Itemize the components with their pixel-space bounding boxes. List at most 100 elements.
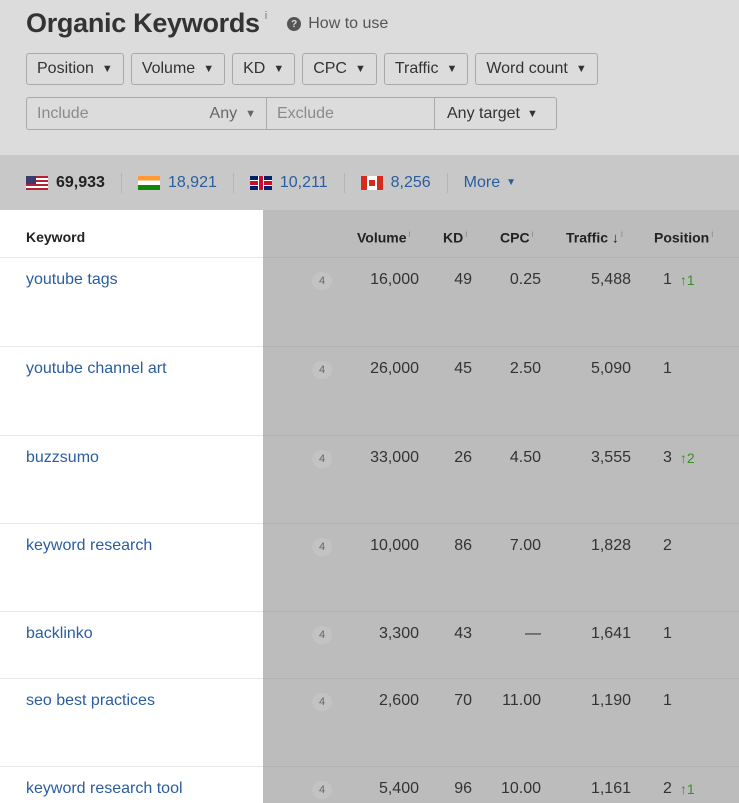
traffic-filter-button[interactable]: Traffic ▼	[383, 53, 469, 85]
caret-down-icon: ▼	[506, 177, 517, 188]
filter-label: Volume	[141, 60, 196, 77]
keywords-table: Keyword Volume i KD i CPC i Traffic ↓ i Posi…	[0, 210, 739, 803]
country-us[interactable]: 69,933	[26, 174, 105, 192]
volume-value: 16,000	[370, 271, 419, 288]
info-icon[interactable]: i	[621, 229, 623, 239]
traffic-column-header[interactable]: Traffic ↓ i	[566, 229, 623, 246]
exclude-field[interactable]: Exclude	[267, 97, 435, 130]
row-divider	[263, 346, 739, 347]
word-count-filter-button[interactable]: Word count ▼	[475, 53, 598, 85]
traffic-value: 1,190	[590, 692, 631, 709]
keyword-link[interactable]: buzzsumo	[26, 449, 99, 467]
any-match-select[interactable]: Any ▼	[210, 105, 256, 123]
row-divider	[263, 611, 739, 612]
kd-filter-button[interactable]: KD ▼	[232, 53, 296, 85]
position-column-header[interactable]: Position i	[654, 229, 713, 246]
row-divider	[0, 678, 263, 679]
word-count-badge: 4	[312, 361, 332, 379]
volume-column-header[interactable]: Volume i	[357, 229, 411, 246]
info-icon[interactable]: i	[532, 229, 534, 239]
info-icon[interactable]: i	[711, 229, 713, 239]
keyword-link[interactable]: keyword research tool	[26, 780, 183, 798]
country-uk[interactable]: 10,211	[249, 173, 328, 192]
traffic-value: 3,555	[590, 449, 631, 466]
filter-label: Word count	[486, 60, 568, 77]
position-filter-button[interactable]: Position ▼	[26, 53, 124, 85]
position-number: 2	[663, 537, 672, 554]
cpc-value: —	[525, 625, 541, 642]
keyword-link[interactable]: backlinko	[26, 625, 93, 643]
word-count-badge: 4	[312, 781, 332, 799]
cpc-column-header[interactable]: CPC i	[500, 229, 534, 246]
position-value: 2	[663, 537, 680, 555]
word-count-badge: 4	[312, 272, 332, 290]
word-count-badge: 4	[312, 538, 332, 556]
include-field[interactable]: Include Any ▼	[26, 97, 267, 130]
caret-down-icon: ▼	[203, 63, 215, 75]
more-countries-button[interactable]: More ▼	[464, 174, 516, 192]
page-header: Organic Keywords i ? How to use Position…	[0, 0, 739, 155]
any-label: Any	[209, 104, 238, 122]
caret-down-icon: ▼	[446, 63, 458, 75]
kd-value: 86	[454, 537, 472, 554]
title-info-icon[interactable]: i	[265, 10, 267, 22]
filter-label: Traffic	[394, 60, 439, 77]
position-change: ↑2	[679, 450, 695, 466]
row-divider	[0, 611, 263, 612]
filter-label: CPC	[313, 60, 347, 77]
keyword-column-highlight	[0, 210, 263, 803]
kd-column-header[interactable]: KD i	[443, 229, 467, 246]
position-value: 1	[663, 625, 680, 643]
row-divider	[0, 766, 263, 767]
row-divider	[0, 523, 263, 524]
info-icon[interactable]: i	[465, 229, 467, 239]
cpc-value: 4.50	[509, 449, 541, 466]
sort-desc-icon: ↓	[611, 229, 619, 246]
country-count: 10,211	[279, 173, 328, 191]
more-label: More	[463, 173, 501, 191]
info-icon[interactable]: i	[409, 229, 411, 239]
keyword-link[interactable]: youtube channel art	[26, 360, 167, 378]
country-canada[interactable]: 8,256	[360, 174, 431, 192]
volume-value: 33,000	[370, 449, 419, 466]
keyword-link[interactable]: seo best practices	[26, 692, 155, 710]
row-divider	[0, 346, 263, 347]
volume-filter-button[interactable]: Volume ▼	[130, 53, 226, 85]
any-target-select[interactable]: Any target ▼	[435, 97, 557, 130]
how-to-use-link[interactable]: ? How to use	[287, 15, 388, 33]
page-title: Organic Keywords	[26, 8, 260, 38]
keyword-link[interactable]: youtube tags	[26, 271, 118, 289]
divider	[232, 172, 234, 193]
cpc-header-label: CPC	[500, 229, 530, 246]
position-number: 3	[663, 449, 672, 466]
position-value: 1	[663, 692, 680, 710]
volume-value: 2,600	[378, 692, 419, 709]
country-india[interactable]: 18,921	[137, 174, 217, 192]
position-value: 1	[663, 360, 680, 378]
position-value: 1 ↑1	[663, 271, 695, 289]
traffic-value: 1,641	[590, 625, 631, 642]
keyword-column-header[interactable]: Keyword	[26, 229, 85, 245]
position-value: 3 ↑2	[663, 449, 695, 467]
cpc-filter-button[interactable]: CPC ▼	[302, 53, 377, 85]
row-divider	[0, 257, 263, 258]
row-divider	[263, 766, 739, 767]
kd-value: 26	[454, 449, 472, 466]
position-value: 2 ↑1	[663, 780, 695, 798]
word-count-badge: 4	[312, 693, 332, 711]
caret-down-icon: ▼	[101, 63, 113, 75]
keyword-link[interactable]: keyword research	[26, 537, 152, 555]
position-number: 1	[663, 271, 672, 288]
row-divider	[263, 523, 739, 524]
kd-value: 43	[454, 625, 472, 642]
traffic-value: 1,828	[590, 537, 631, 554]
volume-value: 3,300	[378, 625, 419, 642]
cpc-value: 2.50	[509, 360, 541, 377]
divider	[120, 172, 122, 193]
kd-value: 49	[454, 271, 472, 288]
title-row: Organic Keywords i ? How to use	[26, 8, 388, 39]
position-number: 1	[663, 692, 672, 709]
caret-down-icon: ▼	[354, 63, 366, 75]
position-change: ↑1	[679, 781, 695, 797]
kd-header-label: KD	[443, 229, 464, 246]
